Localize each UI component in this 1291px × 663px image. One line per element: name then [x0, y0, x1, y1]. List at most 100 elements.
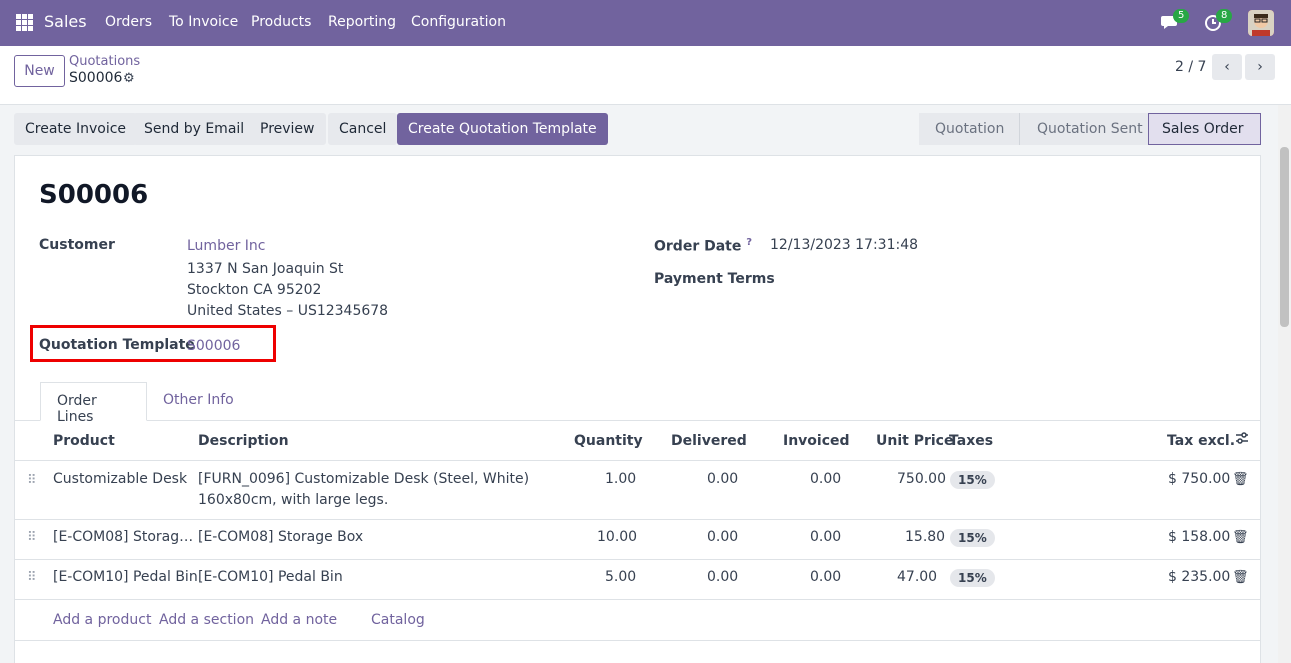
activities-button[interactable]: 8	[1203, 9, 1233, 34]
menu-configuration[interactable]: Configuration	[411, 14, 506, 30]
cell-description[interactable]: [E-COM10] Pedal Bin	[198, 569, 343, 585]
col-product[interactable]: Product	[53, 433, 115, 449]
breadcrumb-current: S00006	[69, 70, 123, 86]
stage-quotation-sent-label: Quotation Sent	[1037, 121, 1143, 137]
add-note-link[interactable]: Add a note	[261, 612, 337, 628]
pager-previous-button[interactable]: ‹	[1212, 54, 1242, 80]
catalog-link[interactable]: Catalog	[371, 612, 425, 628]
menu-orders[interactable]: Orders	[105, 14, 152, 30]
create-invoice-button[interactable]: Create Invoice	[14, 113, 138, 145]
menu-reporting[interactable]: Reporting	[328, 14, 396, 30]
cell-description[interactable]: [E-COM08] Storage Box	[198, 529, 363, 545]
cell-delivered[interactable]: 0.00	[707, 569, 738, 585]
cell-invoiced: 0.00	[810, 471, 842, 487]
col-quantity[interactable]: Quantity	[574, 433, 643, 449]
cell-invoiced: 0.00	[810, 569, 842, 585]
top-navbar: Sales Orders To Invoice Products Reporti…	[0, 0, 1291, 46]
cancel-button[interactable]: Cancel	[328, 113, 398, 145]
app-name[interactable]: Sales	[44, 12, 87, 31]
add-product-link[interactable]: Add a product	[53, 612, 151, 628]
order-date-label-text: Order Date	[654, 238, 742, 255]
pager-value[interactable]: 2 / 7	[1175, 59, 1206, 75]
page-scrollbar[interactable]	[1278, 105, 1291, 663]
address-line: 1337 N San Joaquin St	[187, 261, 344, 277]
col-unit-price[interactable]: Unit Price	[876, 433, 953, 449]
preview-button[interactable]: Preview	[249, 113, 326, 145]
tax-badge[interactable]: 15%	[950, 471, 995, 489]
cell-subtotal: $ 750.00	[1168, 471, 1231, 487]
drag-handle-icon[interactable]: ⠿	[27, 570, 36, 585]
add-section-link[interactable]: Add a section	[159, 612, 254, 628]
scrollbar-thumb[interactable]	[1280, 147, 1289, 327]
order-date-value[interactable]: 12/13/2023 17:31:48	[770, 237, 918, 253]
user-avatar[interactable]	[1248, 10, 1274, 36]
order-title: S00006	[39, 180, 149, 210]
payment-terms-label: Payment Terms	[654, 271, 775, 287]
cell-delivered[interactable]: 0.00	[707, 471, 738, 487]
cell-unit-price[interactable]: 15.80	[905, 529, 945, 545]
stage-sales-order[interactable]: Sales Order	[1148, 113, 1261, 145]
col-invoiced[interactable]: Invoiced	[783, 433, 850, 449]
gear-icon[interactable]: ⚙	[123, 71, 135, 86]
new-button[interactable]: New	[14, 55, 65, 87]
address-line: United States – US12345678	[187, 303, 389, 319]
tax-badge[interactable]: 15%	[950, 569, 995, 587]
customer-link[interactable]: Lumber Inc	[187, 238, 265, 254]
cell-unit-price[interactable]: 47.00	[897, 569, 937, 585]
trash-icon[interactable]: 🗑	[1232, 570, 1249, 585]
cell-description[interactable]: [FURN_0096] Customizable Desk (Steel, Wh…	[198, 471, 529, 487]
table-row[interactable]: ⠿ [E-COM08] Storag… [E-COM08] Storage Bo…	[15, 520, 1260, 560]
customer-label: Customer	[39, 237, 115, 253]
messages-badge: 5	[1173, 9, 1190, 23]
control-panel: New Quotations S00006 ⚙ 2 / 7 ‹ ›	[0, 46, 1291, 105]
tab-other-info[interactable]: Other Info	[147, 382, 250, 421]
stage-quotation-label: Quotation	[935, 121, 1005, 137]
stage-quotation[interactable]: Quotation	[919, 113, 1019, 145]
tax-badge[interactable]: 15%	[950, 529, 995, 547]
menu-products[interactable]: Products	[251, 14, 311, 30]
messages-button[interactable]: 5	[1160, 9, 1190, 34]
cell-quantity[interactable]: 5.00	[605, 569, 636, 585]
app-grid-icon[interactable]	[16, 14, 33, 31]
col-delivered[interactable]: Delivered	[671, 433, 747, 449]
quotation-template-link[interactable]: S00006	[187, 338, 240, 354]
drag-handle-icon[interactable]: ⠿	[27, 473, 36, 488]
cell-unit-price[interactable]: 750.00	[897, 471, 946, 487]
cell-quantity[interactable]: 10.00	[597, 529, 637, 545]
status-bar: Create Invoice Send by Email Preview Can…	[14, 113, 1261, 155]
cell-description[interactable]: 160x80cm, with large legs.	[198, 492, 388, 508]
pager-next-button[interactable]: ›	[1245, 54, 1275, 80]
menu-to-invoice[interactable]: To Invoice	[169, 14, 238, 30]
drag-handle-icon[interactable]: ⠿	[27, 530, 36, 545]
cell-quantity[interactable]: 1.00	[605, 471, 636, 487]
table-header: Product Description Quantity Delivered I…	[15, 421, 1260, 461]
table-row[interactable]: ⠿ Customizable Desk [FURN_0096] Customiz…	[15, 461, 1260, 520]
col-description[interactable]: Description	[198, 433, 289, 449]
cell-product[interactable]: [E-COM10] Pedal Bin	[53, 569, 198, 585]
table-row[interactable]: ⠿ [E-COM10] Pedal Bin [E-COM10] Pedal Bi…	[15, 560, 1260, 600]
stage-quotation-sent[interactable]: Quotation Sent	[1019, 113, 1149, 145]
cell-subtotal: $ 158.00	[1168, 529, 1231, 545]
quotation-template-label: Quotation Template	[39, 337, 195, 353]
activities-badge: 8	[1216, 9, 1233, 23]
trash-icon[interactable]: 🗑	[1232, 530, 1249, 545]
column-settings-icon[interactable]	[1235, 431, 1249, 449]
table-footer-divider	[15, 640, 1260, 641]
tab-order-lines[interactable]: Order Lines	[40, 382, 147, 425]
create-quotation-template-button[interactable]: Create Quotation Template	[397, 113, 608, 145]
col-taxes[interactable]: Taxes	[949, 433, 993, 449]
cell-product[interactable]: [E-COM08] Storag…	[53, 529, 193, 545]
col-tax-excl[interactable]: Tax excl.	[1167, 433, 1235, 449]
cell-subtotal: $ 235.00	[1168, 569, 1231, 585]
send-by-email-button[interactable]: Send by Email	[133, 113, 256, 145]
help-icon[interactable]: ?	[746, 237, 752, 248]
form-sheet: S00006 Customer Lumber Inc 1337 N San Jo…	[14, 155, 1261, 663]
breadcrumb-quotations[interactable]: Quotations	[69, 54, 140, 69]
cell-invoiced: 0.00	[810, 529, 842, 545]
cell-delivered[interactable]: 0.00	[707, 529, 738, 545]
cell-product[interactable]: Customizable Desk	[53, 471, 187, 487]
chevron-right-icon: ›	[1257, 59, 1263, 75]
chevron-left-icon: ‹	[1224, 59, 1230, 75]
trash-icon[interactable]: 🗑	[1232, 472, 1249, 487]
address-line: Stockton CA 95202	[187, 282, 322, 298]
